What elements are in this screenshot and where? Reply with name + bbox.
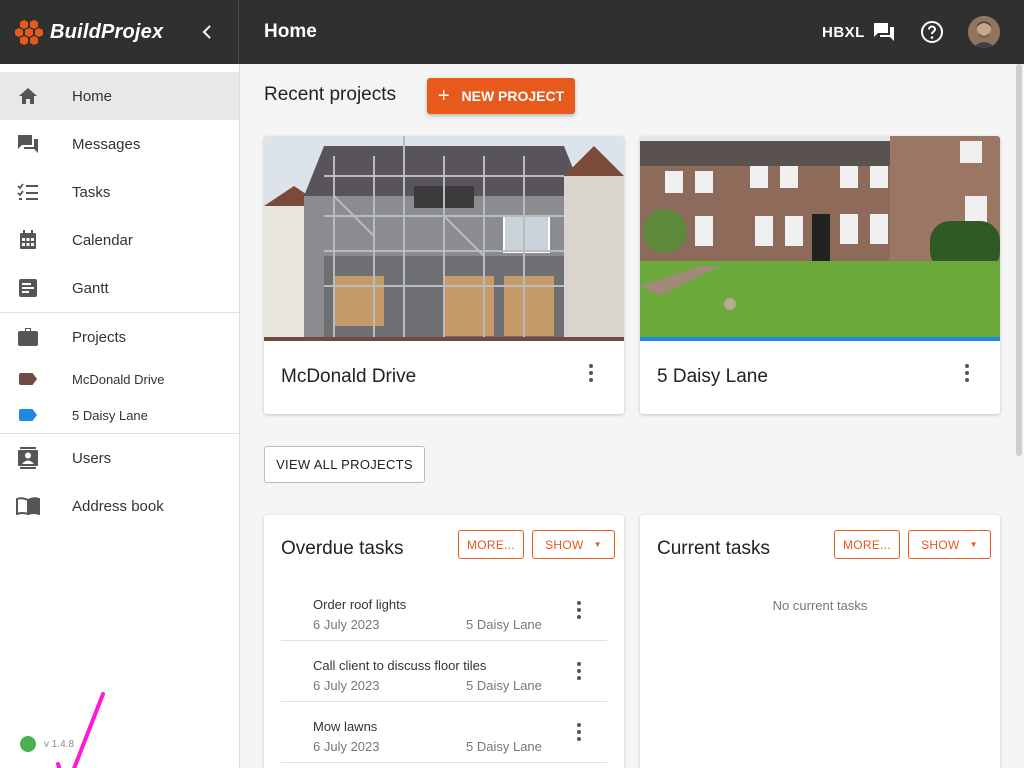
show-label: SHOW: [545, 537, 584, 552]
project-card-5-daisy-lane[interactable]: 5 Daisy Lane: [640, 136, 1000, 414]
project-color-strip: [264, 337, 624, 341]
current-tasks-title: Current tasks: [657, 538, 770, 559]
task-project: 5 Daisy Lane: [466, 617, 542, 632]
task-row[interactable]: Mow lawns 6 July 2023 5 Daisy Lane: [281, 702, 607, 763]
project-image: [640, 136, 1000, 337]
task-name: Order roof lights: [313, 597, 407, 612]
task-date: 6 July 2023: [313, 617, 380, 632]
sidebar-item-gantt[interactable]: Gantt: [0, 264, 239, 312]
sidebar-item-label: Messages: [72, 135, 141, 153]
task-row[interactable]: Order roof lights 6 July 2023 5 Daisy La…: [281, 580, 607, 641]
sidebar-item-5-daisy-lane[interactable]: 5 Daisy Lane: [0, 397, 239, 433]
sidebar-item-home[interactable]: Home: [0, 72, 239, 120]
task-project: 5 Daisy Lane: [466, 678, 542, 693]
sidebar-item-label: Home: [72, 87, 113, 105]
more-vert-icon[interactable]: [955, 361, 979, 385]
tasks-icon: [16, 180, 40, 204]
version-label: v 1.4.8: [44, 738, 75, 750]
avatar[interactable]: [968, 16, 1000, 48]
overdue-tasks-card: Overdue tasks MORE... SHOW ▼ Order roof …: [264, 515, 624, 768]
task-project: 5 Daisy Lane: [466, 739, 542, 754]
org-code[interactable]: HBXL: [822, 24, 865, 41]
tag-icon: [16, 403, 40, 427]
project-name: McDonald Drive: [281, 366, 417, 387]
book-icon: [16, 494, 40, 518]
task-date: 6 July 2023: [313, 739, 380, 754]
sidebar-item-messages[interactable]: Messages: [0, 120, 239, 168]
overdue-tasks-title: Overdue tasks: [281, 538, 404, 559]
overdue-more-button[interactable]: MORE...: [458, 530, 524, 559]
task-name: Mow lawns: [313, 719, 378, 734]
task-row[interactable]: Call client to discuss floor tiles 6 Jul…: [281, 641, 607, 702]
task-name: Call client to discuss floor tiles: [313, 658, 487, 673]
contacts-icon: [16, 446, 40, 470]
show-label: SHOW: [921, 537, 960, 552]
more-vert-icon[interactable]: [567, 659, 591, 683]
gantt-icon: [16, 276, 40, 300]
current-more-button[interactable]: MORE...: [834, 530, 900, 559]
sidebar: Home Messages Tasks Calendar Gantt Proje…: [0, 64, 240, 768]
project-image: [264, 136, 624, 337]
sidebar-item-label: Calendar: [72, 231, 133, 249]
sidebar-item-label: 5 Daisy Lane: [72, 407, 148, 423]
sidebar-item-label: Gantt: [72, 279, 109, 297]
sidebar-item-address-book[interactable]: Address book: [0, 482, 239, 530]
app-header: BuildProjex Home HBXL: [0, 0, 1024, 64]
sidebar-item-users[interactable]: Users: [0, 434, 239, 482]
messages-icon: [16, 132, 40, 156]
sidebar-item-label: McDonald Drive: [72, 371, 165, 387]
briefcase-icon: [16, 325, 40, 349]
more-vert-icon[interactable]: [567, 720, 591, 744]
status-dot: [20, 736, 36, 752]
sidebar-item-label: Address book: [72, 497, 164, 515]
caret-down-icon: ▼: [593, 540, 602, 549]
task-date: 6 July 2023: [313, 678, 380, 693]
chat-icon[interactable]: [870, 18, 898, 46]
home-icon: [16, 84, 40, 108]
project-color-strip: [640, 337, 1000, 341]
plus-icon: +: [437, 84, 450, 107]
help-circle-icon[interactable]: [918, 18, 946, 46]
calendar-icon: [16, 228, 40, 252]
project-name: 5 Daisy Lane: [657, 366, 768, 387]
main-content: Recent projects + NEW PROJECT McDonald D…: [240, 64, 1024, 768]
new-project-button[interactable]: + NEW PROJECT: [427, 78, 575, 114]
app-name: BuildProjex: [50, 20, 164, 43]
brand[interactable]: BuildProjex: [0, 0, 239, 64]
overdue-show-button[interactable]: SHOW ▼: [532, 530, 615, 559]
view-all-projects-button[interactable]: VIEW ALL PROJECTS: [264, 446, 425, 483]
sidebar-item-label: Tasks: [72, 183, 111, 201]
sidebar-item-label: Projects: [72, 328, 127, 346]
new-project-label: NEW PROJECT: [461, 88, 565, 104]
caret-down-icon: ▼: [969, 540, 978, 549]
sidebar-item-tasks[interactable]: Tasks: [0, 168, 239, 216]
sidebar-item-calendar[interactable]: Calendar: [0, 216, 239, 264]
annotation-arrow-icon: [56, 692, 105, 768]
current-show-button[interactable]: SHOW ▼: [908, 530, 991, 559]
sidebar-item-label: Users: [72, 449, 112, 467]
chevron-left-icon[interactable]: [196, 20, 218, 44]
project-card-mcdonald-drive[interactable]: McDonald Drive: [264, 136, 624, 414]
version-status: v 1.4.8: [20, 736, 74, 752]
more-vert-icon[interactable]: [579, 361, 603, 385]
scrollbar[interactable]: [1016, 64, 1022, 456]
recent-projects-title: Recent projects: [264, 84, 397, 105]
more-vert-icon[interactable]: [567, 598, 591, 622]
sidebar-item-projects[interactable]: Projects: [0, 313, 239, 361]
hexagon-logo-icon: [15, 20, 43, 45]
page-title: Home: [264, 21, 317, 42]
current-tasks-card: Current tasks MORE... SHOW ▼ No current …: [640, 515, 1000, 768]
sidebar-item-mcdonald-drive[interactable]: McDonald Drive: [0, 361, 239, 397]
tag-icon: [16, 367, 40, 391]
empty-state: No current tasks: [772, 598, 868, 613]
